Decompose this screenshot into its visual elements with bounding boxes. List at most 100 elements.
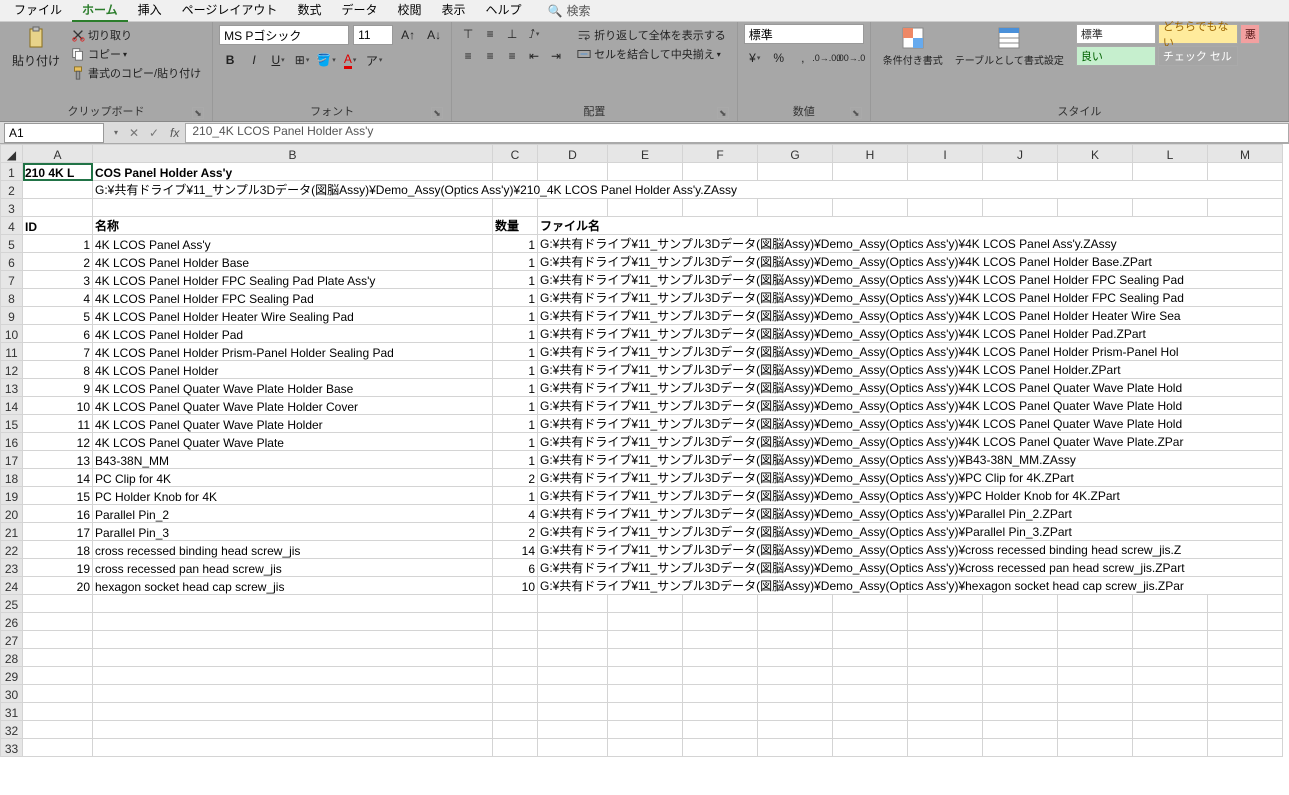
cell-name[interactable]: 4K LCOS Panel Holder FPC Sealing Pad Pla… [93,271,493,289]
cell[interactable] [908,649,983,667]
font-launcher[interactable]: ⬊ [431,107,443,119]
cell-qty[interactable]: 1 [493,343,538,361]
cell-file[interactable]: G:¥共有ドライブ¥11_サンプル3Dデータ(図脳Assy)¥Demo_Assy… [538,361,1283,379]
cell-file[interactable]: G:¥共有ドライブ¥11_サンプル3Dデータ(図脳Assy)¥Demo_Assy… [538,397,1283,415]
cell[interactable] [23,703,93,721]
cell[interactable] [1058,739,1133,757]
cell[interactable] [1208,739,1283,757]
cell-qty[interactable]: 2 [493,523,538,541]
cell-file[interactable]: G:¥共有ドライブ¥11_サンプル3Dデータ(図脳Assy)¥Demo_Assy… [538,325,1283,343]
cell[interactable] [1058,703,1133,721]
cell-name[interactable]: PC Holder Knob for 4K [93,487,493,505]
column-header-J[interactable]: J [983,145,1058,163]
increase-decimal-button[interactable]: .0→.00 [816,47,838,69]
row-header-6[interactable]: 6 [1,253,23,271]
row-header-16[interactable]: 16 [1,433,23,451]
cell[interactable] [758,739,833,757]
cell[interactable] [1058,667,1133,685]
cell[interactable] [608,721,683,739]
cell[interactable] [1208,685,1283,703]
cell[interactable] [538,163,608,181]
column-header-C[interactable]: C [493,145,538,163]
number-format-select[interactable] [744,24,864,44]
cell[interactable] [908,703,983,721]
cell[interactable] [1058,685,1133,703]
cell[interactable] [833,649,908,667]
cell-file[interactable]: G:¥共有ドライブ¥11_サンプル3Dデータ(図脳Assy)¥Demo_Assy… [538,559,1283,577]
row-header-14[interactable]: 14 [1,397,23,415]
increase-indent-button[interactable]: ⇥ [546,46,566,66]
menu-数式[interactable]: 数式 [287,0,331,22]
menu-ヘルプ[interactable]: ヘルプ [476,0,532,22]
cell[interactable] [493,703,538,721]
cell[interactable] [93,667,493,685]
cell-style-neutral[interactable]: どちらでもない [1158,24,1238,44]
cell-name[interactable]: 4K LCOS Panel Quater Wave Plate Holder C… [93,397,493,415]
cell-file[interactable]: G:¥共有ドライブ¥11_サンプル3Dデータ(図脳Assy)¥Demo_Assy… [538,289,1283,307]
cell[interactable] [683,613,758,631]
cell[interactable] [493,163,538,181]
cell-qty[interactable]: 1 [493,325,538,343]
cell[interactable] [538,649,608,667]
cell-file[interactable]: G:¥共有ドライブ¥11_サンプル3Dデータ(図脳Assy)¥Demo_Assy… [538,487,1283,505]
cell-id[interactable]: 12 [23,433,93,451]
cell[interactable] [683,667,758,685]
cell[interactable] [1058,631,1133,649]
cell[interactable] [983,199,1058,217]
column-header-M[interactable]: M [1208,145,1283,163]
cell-name[interactable]: 4K LCOS Panel Holder Prism-Panel Holder … [93,343,493,361]
alignment-launcher[interactable]: ⬊ [717,107,729,119]
cell[interactable] [608,595,683,613]
column-header-H[interactable]: H [833,145,908,163]
bold-button[interactable]: B [219,49,241,71]
cell[interactable] [908,739,983,757]
cell[interactable] [1133,721,1208,739]
row-header-33[interactable]: 33 [1,739,23,757]
cell[interactable] [1133,163,1208,181]
cell[interactable] [538,613,608,631]
cell-id[interactable]: 19 [23,559,93,577]
cell-qty[interactable]: 1 [493,361,538,379]
cell[interactable] [1133,613,1208,631]
cell[interactable] [983,649,1058,667]
menu-挿入[interactable]: 挿入 [128,0,172,22]
cell[interactable] [538,199,608,217]
cell[interactable] [608,703,683,721]
copy-button[interactable]: コピー▾ [68,45,204,63]
cell[interactable] [1208,595,1283,613]
cell[interactable] [493,739,538,757]
cell[interactable] [93,613,493,631]
row-header-11[interactable]: 11 [1,343,23,361]
cell[interactable] [758,667,833,685]
row-header-32[interactable]: 32 [1,721,23,739]
cell-qty[interactable]: 4 [493,505,538,523]
cell[interactable] [608,685,683,703]
cell-style-check[interactable]: チェック セル [1158,46,1238,66]
cell[interactable] [758,163,833,181]
cell-file[interactable]: G:¥共有ドライブ¥11_サンプル3Dデータ(図脳Assy)¥Demo_Assy… [538,577,1283,595]
fill-color-button[interactable]: 🪣▾ [315,49,337,71]
row-header-26[interactable]: 26 [1,613,23,631]
cell-id[interactable]: 16 [23,505,93,523]
cell-name[interactable]: B43-38N_MM [93,451,493,469]
font-size-select[interactable] [353,25,393,45]
name-box-dropdown[interactable]: ▾ [108,128,124,137]
row-header-8[interactable]: 8 [1,289,23,307]
cell-name[interactable]: PC Clip for 4K [93,469,493,487]
cell[interactable] [1058,595,1133,613]
cell[interactable] [93,739,493,757]
decrease-font-button[interactable]: A↓ [423,24,445,46]
cell[interactable] [538,631,608,649]
cell[interactable] [758,199,833,217]
cell-A2[interactable] [23,181,93,199]
cell[interactable] [983,613,1058,631]
cell-id[interactable]: 18 [23,541,93,559]
cell[interactable] [538,739,608,757]
cell[interactable] [1133,631,1208,649]
row-header-9[interactable]: 9 [1,307,23,325]
fx-icon[interactable]: fx [164,126,185,140]
name-box[interactable] [4,123,104,143]
cell-file[interactable]: G:¥共有ドライブ¥11_サンプル3Dデータ(図脳Assy)¥Demo_Assy… [538,379,1283,397]
cell[interactable] [1058,721,1133,739]
align-center-button[interactable]: ≡ [480,46,500,66]
